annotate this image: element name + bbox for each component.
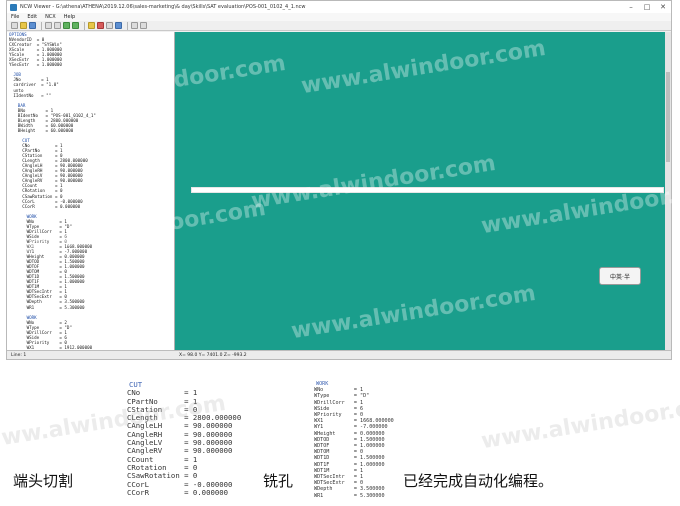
work-row: WDT1D = 1.500000	[314, 455, 385, 462]
settings-icon[interactable]	[131, 22, 138, 29]
prev-icon[interactable]	[63, 22, 70, 29]
work-row: WDT1F = 1.000000	[314, 461, 385, 468]
caption-automated: 已经完成自动化编程。	[403, 472, 554, 490]
open-folder-icon[interactable]	[20, 22, 27, 29]
save-icon[interactable]	[29, 22, 36, 29]
next-icon[interactable]	[72, 22, 79, 29]
ncw-viewer-window: NCW Viewer - G:\athena\ATHENA\2019.12.06…	[6, 0, 672, 360]
status-line: Line: 1	[11, 352, 27, 358]
caption-milling: 铣孔	[263, 472, 294, 490]
bar-profile	[191, 187, 664, 193]
toolbar	[7, 21, 671, 31]
stop-icon[interactable]	[97, 22, 104, 29]
zoom-icon[interactable]	[54, 22, 61, 29]
work-rows: WNo = 1 WType = "D" WDrillCorr = 1 WSide = …	[314, 387, 394, 499]
work-row: WY1 = -7.000000	[314, 424, 388, 431]
caption-end-cutting: 端头切割	[13, 472, 74, 490]
menu-ncx[interactable]: NCX	[45, 14, 56, 20]
menu-help[interactable]: Help	[64, 14, 75, 20]
menu-bar: File Edit NCX Help	[7, 13, 671, 21]
program-tree[interactable]: OPTIONS NVendorID = 0 CXCreator = "SYSWin"…	[7, 32, 175, 350]
title-bar[interactable]: NCW Viewer - G:\athena\ATHENA\2019.12.06…	[7, 1, 671, 13]
bar-preview-canvas[interactable]: 中英·半	[175, 32, 671, 350]
page: NCW Viewer - G:\athena\ATHENA\2019.12.06…	[0, 0, 680, 506]
menu-edit[interactable]: Edit	[27, 14, 37, 20]
cut-row: CCorR = 0.000000	[127, 487, 229, 497]
new-file-icon[interactable]	[11, 22, 18, 29]
help-icon[interactable]	[140, 22, 147, 29]
print-icon[interactable]	[45, 22, 52, 29]
vertical-scrollbar[interactable]	[665, 32, 671, 350]
scrollbar-thumb[interactable]	[666, 72, 670, 162]
work-row: WR1 = 5.300000	[314, 492, 385, 499]
view-icon[interactable]	[106, 22, 113, 29]
cut-listing: CUT CNo = 1 CPartNo = 1 CStation = 0 CLengt…	[127, 380, 241, 497]
cut-rows: CNo = 1 CPartNo = 1 CStation = 0 CLength = …	[127, 388, 241, 497]
ime-toolbar[interactable]: 中英·半	[599, 267, 641, 285]
status-coords: X= 98.0 Y= 7401.0 Z= -993.2	[179, 352, 247, 358]
window-title: NCW Viewer - G:\athena\ATHENA\2019.12.06…	[20, 4, 306, 10]
watermark: www.alwindoor.com	[479, 390, 680, 455]
work-row: WHeight = 0.000000	[314, 430, 385, 437]
work-row: WDepth = 3.500000	[314, 486, 385, 493]
toolbar-separator	[127, 21, 128, 30]
close-button[interactable]: ✕	[655, 1, 671, 13]
status-bar: Line: 1 X= 98.0 Y= 7401.0 Z= -993.2	[7, 350, 671, 359]
rotate-icon[interactable]	[115, 22, 122, 29]
menu-file[interactable]: File	[11, 14, 19, 20]
toolbar-separator	[41, 21, 42, 30]
maximize-button[interactable]: □	[639, 1, 655, 13]
app-icon	[10, 3, 17, 11]
work-listing: WORK WNo = 1 WType = "D" WDrillCorr = 1 WSi…	[314, 381, 394, 499]
minimize-button[interactable]: –	[623, 1, 639, 13]
tool-icon[interactable]	[88, 22, 95, 29]
toolbar-separator	[84, 21, 85, 30]
